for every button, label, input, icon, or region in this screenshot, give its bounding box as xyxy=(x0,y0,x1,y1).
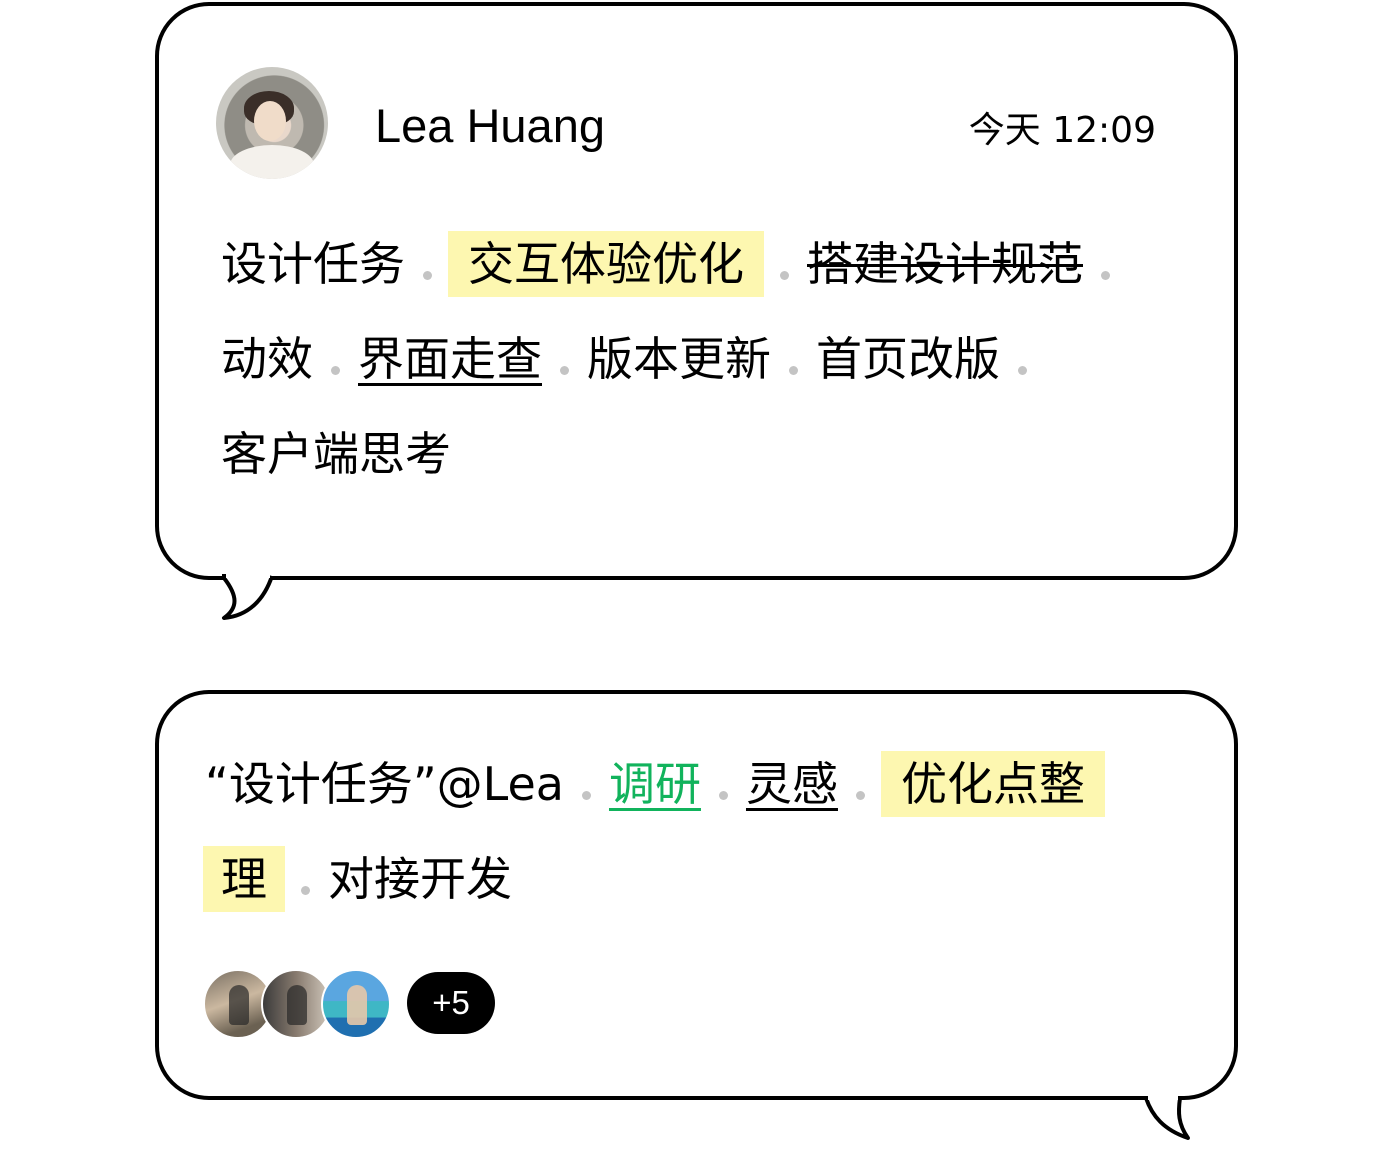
tag-item-highlighted[interactable]: 优化点整 xyxy=(880,751,1105,817)
message-bubble-1[interactable]: Lea Huang 今天 12:09 设计任务 交互体验优化 搭建设计规范 动效… xyxy=(155,2,1238,580)
tag-item[interactable]: 动效 xyxy=(219,326,315,392)
tag-item-green-underlined[interactable]: 调研 xyxy=(607,751,703,817)
tag-separator xyxy=(718,790,728,800)
user-avatar[interactable] xyxy=(216,67,328,179)
tag-separator xyxy=(855,790,865,800)
tag-separator xyxy=(301,885,310,895)
participant-avatar[interactable] xyxy=(321,969,391,1039)
tag-item-highlighted[interactable]: 理 xyxy=(203,846,285,912)
bubble-tail-1 xyxy=(222,574,274,620)
tag-separator xyxy=(1018,365,1027,375)
tag-list: 设计任务 交互体验优化 搭建设计规范 动效 界面走查 版本更新 首页改版 客户端… xyxy=(219,228,1179,513)
tag-item-underlined[interactable]: 灵感 xyxy=(744,751,840,817)
message-bubble-2[interactable]: “设计任务”@Lea 调研 灵感 优化点整 理 对接开发 +5 xyxy=(155,690,1238,1100)
tag-list: “设计任务”@Lea 调研 灵感 优化点整 理 对接开发 xyxy=(203,748,1203,938)
tag-item-highlighted[interactable]: 交互体验优化 xyxy=(448,231,764,297)
tag-item-underlined[interactable]: 界面走查 xyxy=(356,326,544,392)
user-name: Lea Huang xyxy=(375,99,605,152)
tag-separator xyxy=(789,365,798,375)
timestamp: 今天 12:09 xyxy=(968,110,1156,151)
tag-item[interactable]: 客户端思考 xyxy=(219,421,453,487)
participant-avatars[interactable]: +5 xyxy=(203,969,543,1039)
tag-item[interactable]: 版本更新 xyxy=(585,326,773,392)
tag-separator xyxy=(1101,270,1110,280)
tag-item[interactable]: 设计任务 xyxy=(219,231,407,297)
bubble-tail-2 xyxy=(1144,1094,1190,1140)
tag-separator xyxy=(560,365,569,375)
tag-separator xyxy=(780,270,789,280)
tag-item[interactable]: 对接开发 xyxy=(326,846,514,912)
tag-separator xyxy=(331,365,340,375)
tag-separator xyxy=(581,790,591,800)
tag-item[interactable]: 首页改版 xyxy=(814,326,1002,392)
tag-separator xyxy=(423,270,432,280)
tag-item-mention[interactable]: “设计任务”@Lea xyxy=(203,751,566,817)
tag-item-strikethrough[interactable]: 搭建设计规范 xyxy=(805,231,1085,297)
more-participants-badge[interactable]: +5 xyxy=(407,972,495,1034)
